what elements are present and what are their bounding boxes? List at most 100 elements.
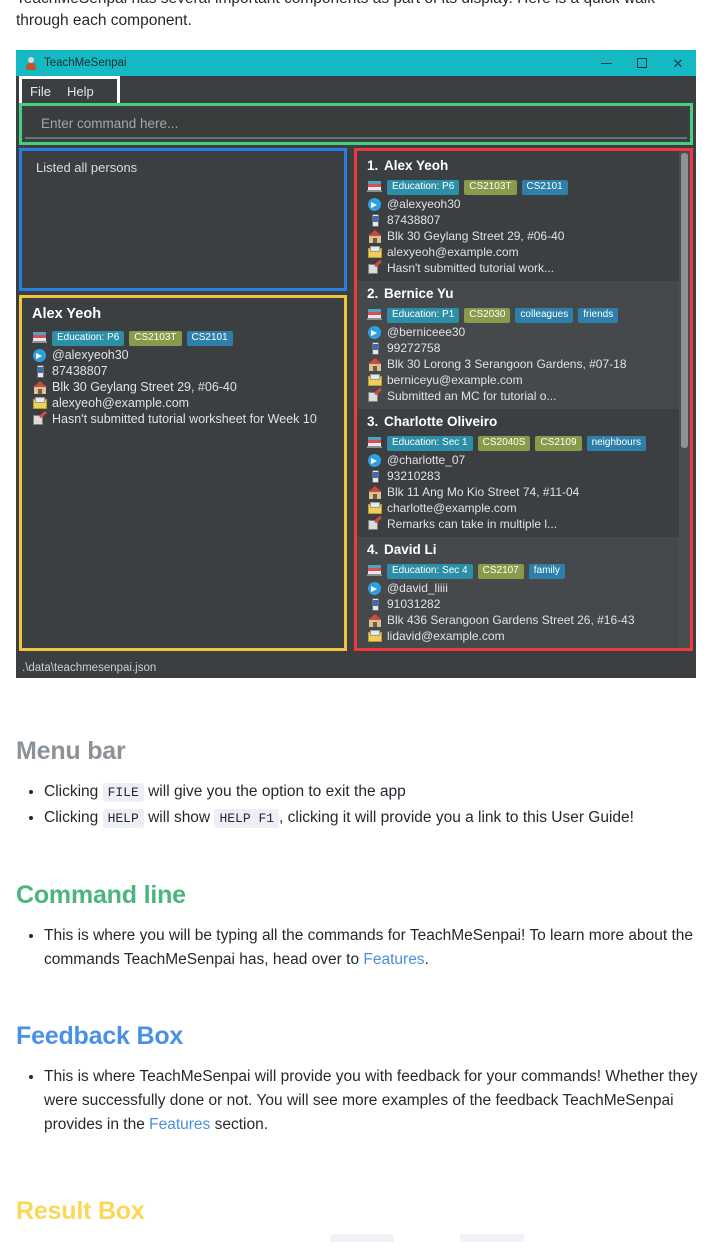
user-guide-page: TeachMeSenpai has several important comp… [0, 0, 716, 1242]
person-phone: 93210283 [387, 468, 441, 483]
person-title: 4. David Li [367, 542, 679, 557]
person-tags-row: Education: P1 CS2030 colleagues friends [367, 304, 679, 323]
person-name: Bernice Yu [384, 286, 454, 301]
phone-icon [367, 597, 383, 611]
person-remark-row: Hasn't submitted tutorial work... [367, 259, 679, 275]
command-line-bullets: This is where you will be typing all the… [0, 924, 716, 972]
window-title: TeachMeSenpai [44, 57, 127, 69]
person-telegram: @berniceee30 [387, 324, 466, 339]
tag: Education: P1 [387, 308, 460, 323]
tag: neighbours [586, 436, 647, 451]
person-email: lidavid@example.com [387, 628, 505, 643]
result-scrollbar[interactable] [679, 151, 690, 648]
command-input[interactable]: Enter command here... [25, 109, 687, 139]
person-list-item[interactable]: 3. Charlotte Oliveiro Education: Sec 1 CS20… [357, 409, 679, 537]
result-box-highlight: 1. Alex Yeoh Education: P6 CS2103T CS2101 @al… [354, 148, 693, 651]
house-icon [367, 229, 383, 243]
detail-tag-list: Education: P6 CS2103T CS2101 [52, 327, 238, 346]
status-bar: .\data\teachmesenpai.json [16, 657, 696, 678]
code-help-f1: HELP F1 [214, 809, 280, 828]
phone-icon [367, 469, 383, 483]
person-detail-panel: Alex Yeoh Education: P6 CS2103T CS2101 @al… [22, 298, 344, 648]
person-phone-row: 87438807 [367, 212, 679, 227]
person-address-row: Blk 30 Lorong 3 Serangoon Gardens, #07-1… [367, 356, 679, 371]
minimize-button[interactable] [588, 50, 624, 76]
books-icon [367, 563, 383, 577]
menu-bar-bullet-file: Clicking FILE will give you the option t… [44, 780, 700, 805]
tag: Education: P6 [52, 331, 125, 346]
heading-command-line: Command line [16, 881, 186, 909]
scrollbar-thumb[interactable] [681, 153, 688, 448]
person-list: 1. Alex Yeoh Education: P6 CS2103T CS2101 @al… [357, 151, 679, 648]
envelope-icon [367, 245, 383, 259]
detail-telegram: @alexyeoh30 [52, 347, 129, 362]
tag: CS2103T [129, 331, 182, 346]
feedback-text: Listed all persons [36, 160, 138, 175]
menu-item-help[interactable]: Help [59, 84, 102, 99]
tag: CS2030 [464, 308, 511, 323]
bullet-help-mid: will show [148, 809, 211, 826]
person-address: Blk 30 Lorong 3 Serangoon Gardens, #07-1… [387, 356, 627, 371]
tag: CS2109 [535, 436, 582, 451]
code-fragment-b [460, 1234, 524, 1242]
person-email-row: lidavid@example.com [367, 628, 679, 643]
house-icon [367, 485, 383, 499]
person-tag-list: Education: Sec 1 CS2040S CS2109 neighbours [387, 432, 651, 451]
features-link-feedback-box[interactable]: Features [149, 1116, 210, 1133]
house-icon [32, 380, 48, 394]
code-help: HELP [102, 809, 144, 828]
features-link-command-line[interactable]: Features [363, 951, 424, 968]
envelope-icon [367, 629, 383, 643]
tag: CS2040S [477, 436, 531, 451]
tag: CS2101 [186, 331, 233, 346]
maximize-button[interactable] [624, 50, 660, 76]
telegram-icon [32, 348, 48, 362]
menu-item-file[interactable]: File [22, 84, 59, 99]
person-email: charlotte@example.com [387, 500, 517, 515]
person-telegram-row: @david_liiii [367, 580, 679, 595]
status-bar-path: .\data\teachmesenpai.json [22, 661, 157, 674]
tag: family [528, 564, 565, 579]
person-address-row: Blk 30 Geylang Street 29, #06-40 [367, 228, 679, 243]
detail-panel-highlight: Alex Yeoh Education: P6 CS2103T CS2101 @al… [19, 295, 347, 651]
telegram-icon [367, 581, 383, 595]
person-list-item[interactable]: 2. Bernice Yu Education: P1 CS2030 colleague… [357, 281, 679, 409]
detail-phone-row: 87438807 [32, 363, 344, 378]
person-telegram: @charlotte_07 [387, 452, 466, 467]
feedback-body-pre: This is where TeachMeSenpai will provide… [44, 1068, 698, 1133]
menu-bar-bullets: Clicking FILE will give you the option t… [0, 780, 716, 831]
menu-bar-highlight: File Help [19, 76, 120, 106]
close-icon[interactable]: ✕ [660, 50, 696, 76]
feedback-box-highlight: Listed all persons [19, 148, 347, 291]
remark-icon [367, 515, 383, 531]
person-remark: Hasn't submitted tutorial work... [387, 260, 555, 275]
person-remark-row: Remarks can take in multiple l... [367, 515, 679, 531]
bullet-file-pre: Clicking [44, 783, 99, 800]
command-line-highlight: Enter command here... [19, 103, 693, 145]
remark-icon [367, 387, 383, 403]
person-tags-row: Education: Sec 1 CS2040S CS2109 neighbours [367, 432, 679, 451]
bullet-help-pre: Clicking [44, 809, 99, 826]
person-tag-list: Education: P1 CS2030 colleagues friends [387, 304, 623, 323]
person-name: David Li [384, 542, 437, 557]
person-remark-row: Submitted an MC for tutorial o... [367, 387, 679, 403]
person-tags-row: Education: P6 CS2103T CS2101 [367, 176, 679, 195]
command-line-body-post: . [424, 951, 429, 968]
heading-result-box: Result Box [16, 1197, 145, 1225]
person-telegram-row: @charlotte_07 [367, 452, 679, 467]
person-address-row: Blk 11 Ang Mo Kio Street 74, #11-04 [367, 484, 679, 499]
bullet-file-post: will give you the option to exit the app [148, 783, 406, 800]
person-title: 3. Charlotte Oliveiro [367, 414, 679, 429]
person-tags-row: Education: Sec 4 CS2107 family [367, 560, 679, 579]
person-address: Blk 30 Geylang Street 29, #06-40 [387, 228, 565, 243]
person-list-item[interactable]: 4. David Li Education: Sec 4 CS2107 family @d… [357, 537, 679, 648]
detail-person-name: Alex Yeoh [32, 306, 102, 322]
books-icon [367, 179, 383, 193]
feedback-body-post: section. [210, 1116, 269, 1133]
person-remark: Submitted an MC for tutorial o... [387, 388, 557, 403]
person-list-item[interactable]: 1. Alex Yeoh Education: P6 CS2103T CS2101 @al… [357, 153, 679, 281]
app-panes: Listed all persons Alex Yeoh Education: … [16, 145, 696, 657]
person-telegram: @alexyeoh30 [387, 196, 461, 211]
person-telegram-row: @alexyeoh30 [367, 196, 679, 211]
person-tag-list: Education: Sec 4 CS2107 family [387, 560, 570, 579]
